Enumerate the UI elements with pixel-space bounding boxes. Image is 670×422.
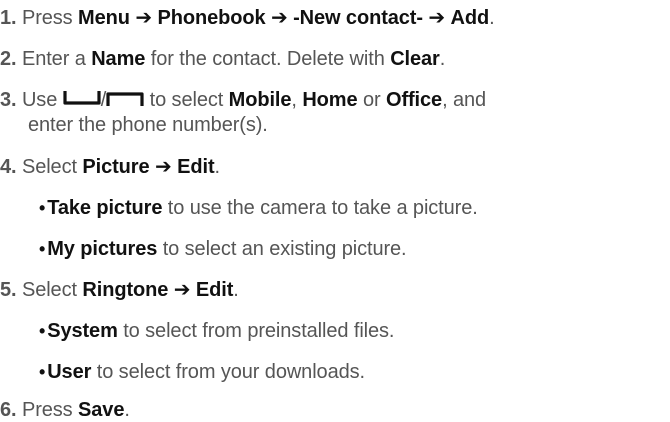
bullet-item: • User to select from your downloads.	[0, 360, 365, 384]
bullet-text: to select an existing picture.	[157, 238, 407, 260]
step-text: or	[357, 89, 386, 111]
key-add: Add	[450, 7, 490, 29]
bullet-icon: •	[39, 239, 46, 259]
option-office: Office	[385, 89, 443, 111]
step-3: 3. Use / to select Mobile, Home or Offic…	[0, 88, 486, 113]
step-5: 5. Select Ringtone ➔ Edit.	[0, 278, 239, 302]
option-system: System	[47, 320, 118, 342]
bullet-text: to use the camera to take a picture.	[162, 197, 478, 219]
step-text: to select	[144, 89, 229, 111]
bullet-item: • My pictures to select an existing pictu…	[0, 237, 407, 261]
option-take-picture: Take picture	[47, 197, 163, 219]
key-edit: Edit	[195, 279, 234, 301]
menu-new-contact: -New contact-	[293, 7, 423, 29]
instruction-list: 1. Press Menu ➔ Phonebook ➔ -New contact…	[0, 0, 670, 421]
arrow-right-icon: ➔	[154, 156, 172, 178]
option-mobile: Mobile	[228, 89, 292, 111]
step-1: 1. Press Menu ➔ Phonebook ➔ -New contact…	[0, 6, 495, 30]
step-text: for the contact. Delete with	[145, 48, 391, 70]
step-text: Use	[21, 89, 63, 111]
left-softkey-icon	[63, 89, 101, 113]
arrow-right-icon: ➔	[428, 7, 446, 29]
step-text: Select	[21, 279, 83, 301]
punctuation: .	[439, 48, 446, 70]
step-text: , and	[442, 89, 487, 111]
menu-phonebook: Phonebook	[157, 7, 266, 29]
punctuation: ,	[291, 89, 303, 111]
key-edit: Edit	[177, 156, 215, 178]
step-number: 3.	[0, 89, 17, 111]
step-number: 2.	[0, 48, 17, 70]
bullet-item: • Take picture to use the camera to take …	[0, 196, 478, 220]
field-name: Name	[91, 48, 146, 70]
option-my-pictures: My pictures	[47, 238, 158, 260]
right-softkey-icon	[106, 89, 144, 113]
step-text: Enter a	[21, 48, 92, 70]
punctuation: .	[214, 156, 221, 178]
step-3-continuation: enter the phone number(s).	[0, 113, 268, 137]
step-number: 1.	[0, 7, 17, 29]
punctuation: .	[233, 279, 239, 301]
bullet-item: • System to select from preinstalled file…	[0, 319, 394, 343]
step-text: Select	[21, 156, 83, 178]
bullet-icon: •	[39, 362, 46, 382]
option-home: Home	[302, 89, 358, 111]
arrow-right-icon: ➔	[173, 279, 191, 301]
step-text: enter the phone number(s).	[28, 114, 268, 136]
option-user: User	[47, 361, 92, 383]
menu-picture: Picture	[82, 156, 150, 178]
arrow-right-icon: ➔	[270, 7, 288, 29]
key-menu: Menu	[78, 7, 130, 29]
punctuation: .	[489, 7, 495, 29]
step-4: 4. Select Picture ➔ Edit.	[0, 155, 220, 179]
step-number: 4.	[0, 156, 17, 178]
bullet-icon: •	[39, 198, 46, 218]
bullet-text: to select from preinstalled files.	[117, 320, 395, 342]
bullet-text: to select from your downloads.	[91, 361, 365, 383]
step-6: 6. Press Save.	[0, 398, 130, 422]
menu-ringtone: Ringtone	[82, 279, 169, 301]
step-2: 2. Enter a Name for the contact. Delete …	[0, 47, 445, 71]
arrow-right-icon: ➔	[135, 7, 153, 29]
key-clear: Clear	[390, 48, 440, 70]
step-number: 5.	[0, 279, 17, 301]
bullet-icon: •	[39, 321, 46, 341]
step-text: Press	[21, 7, 79, 29]
